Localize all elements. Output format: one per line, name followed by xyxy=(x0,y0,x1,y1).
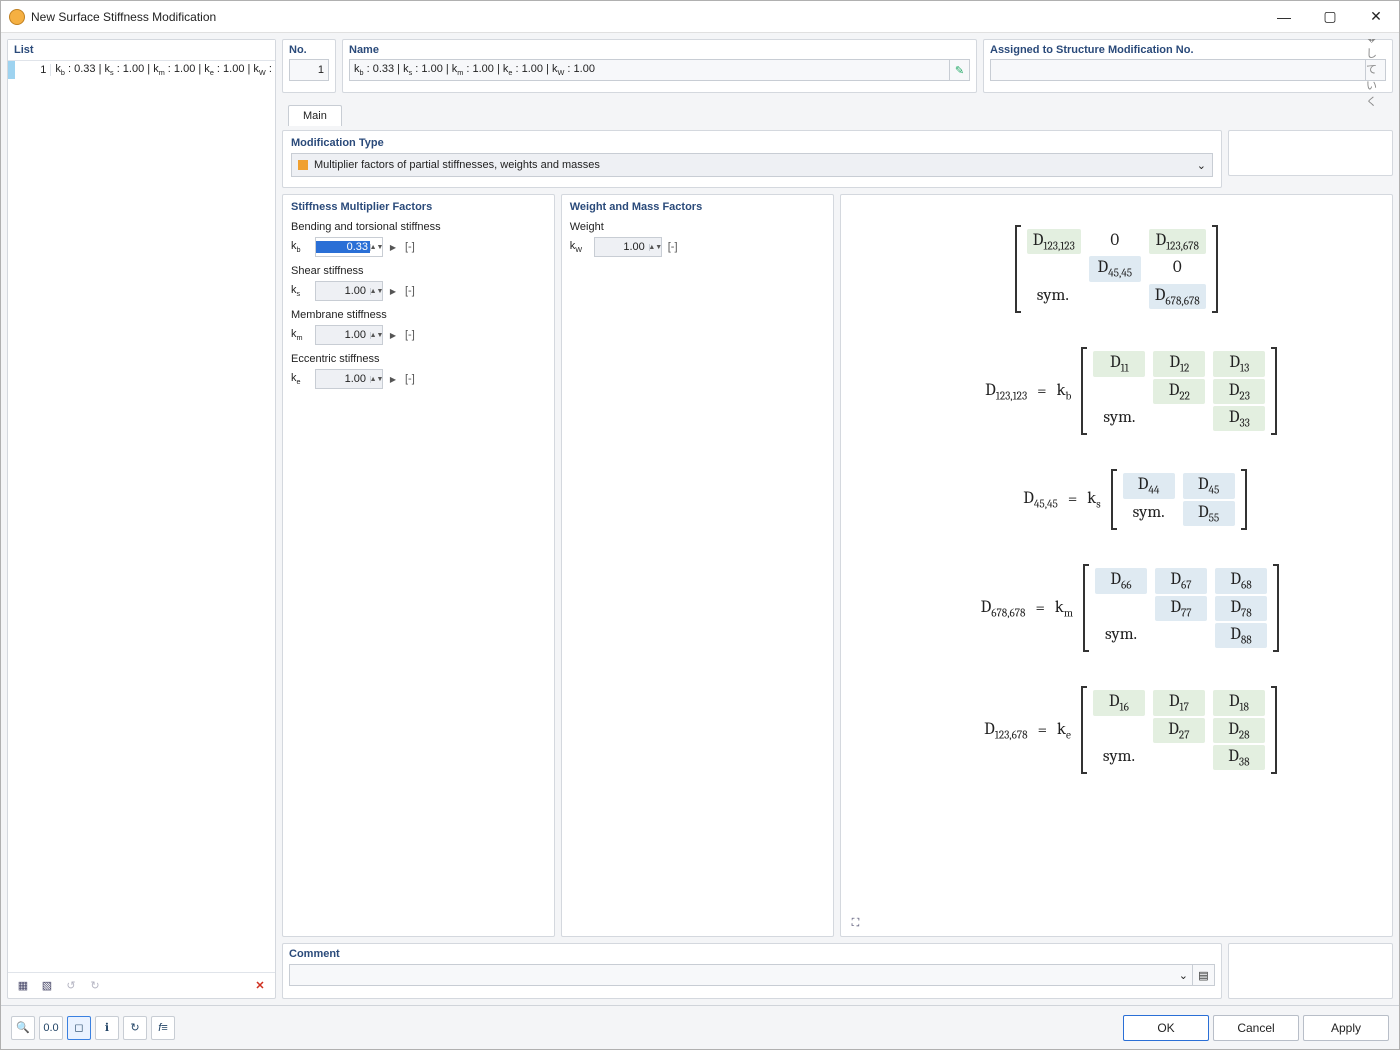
side-preview-small xyxy=(1228,130,1393,176)
eccentric-label: Eccentric stiffness xyxy=(291,353,546,365)
kb-symbol: kb xyxy=(291,240,311,254)
list-toolbar: ▦ ▧ ↺ ↻ ✕ xyxy=(8,972,275,998)
assigned-input[interactable]: �していく xyxy=(990,59,1386,81)
mass-factors-panel: Weight and Mass Factors Weight kW 1.00 ▲… xyxy=(561,194,834,937)
list-item[interactable]: 1 kb : 0.33 | ks : 1.00 | km : 1.00 | ke… xyxy=(8,61,275,79)
ok-button[interactable]: OK xyxy=(1123,1015,1209,1041)
footer-tool-2-icon[interactable]: 0.0 xyxy=(39,1016,63,1040)
list-selection-marker xyxy=(8,61,15,79)
weight-label: Weight xyxy=(570,221,825,233)
no-field-box: No. 1 xyxy=(282,39,336,93)
comment-library-icon[interactable]: ▤ xyxy=(1192,965,1214,985)
content-area: List 1 kb : 0.33 | ks : 1.00 | km : 1.00… xyxy=(1,33,1399,1005)
ke-spinner-icon[interactable]: ▲▼ xyxy=(370,376,382,383)
ks-spinner-icon[interactable]: ▲▼ xyxy=(370,288,382,295)
preview-tool-icon[interactable]: ⛶ xyxy=(845,912,867,934)
kb-input[interactable]: 0.33 ▲▼ xyxy=(315,237,383,257)
modification-type-panel: Modification Type Multiplier factors of … xyxy=(282,130,1222,188)
modification-type-label: Modification Type xyxy=(291,137,1213,149)
comment-row: Comment ⌄ ▤ xyxy=(282,943,1393,999)
kb-play-icon[interactable]: ▶ xyxy=(387,243,399,252)
km-spinner-icon[interactable]: ▲▼ xyxy=(370,332,382,339)
shear-label: Shear stiffness xyxy=(291,265,546,277)
list-panel: List 1 kb : 0.33 | ks : 1.00 | km : 1.00… xyxy=(7,39,276,999)
apply-button[interactable]: Apply xyxy=(1303,1015,1389,1041)
tool-icon-3[interactable]: ↺ xyxy=(60,975,82,997)
km-input[interactable]: 1.00 ▲▼ xyxy=(315,325,383,345)
kw-unit: [-] xyxy=(668,241,678,253)
maximize-button[interactable]: ▢ xyxy=(1307,1,1353,32)
ks-symbol: ks xyxy=(291,284,311,298)
assigned-label: Assigned to Structure Modification No. xyxy=(990,44,1386,56)
comment-panel: Comment ⌄ ▤ xyxy=(282,943,1222,999)
footer-tool-1-icon[interactable]: 🔍 xyxy=(11,1016,35,1040)
new-item-icon[interactable]: ▦ xyxy=(12,975,34,997)
comment-input[interactable]: ⌄ ▤ xyxy=(289,964,1215,986)
right-area: No. 1 Name kb : 0.33 | ks : 1.00 | km : … xyxy=(282,39,1393,999)
kw-symbol: kW xyxy=(570,240,590,254)
chevron-down-icon: ⌄ xyxy=(1197,159,1206,172)
no-label: No. xyxy=(289,44,329,56)
kw-spinner-icon[interactable]: ▲▼ xyxy=(649,244,661,251)
list-header: List xyxy=(8,40,275,61)
modification-type-value: Multiplier factors of partial stiffnesse… xyxy=(314,159,600,171)
ks-unit: [-] xyxy=(405,285,415,297)
stiffness-factors-header: Stiffness Multiplier Factors xyxy=(291,201,546,213)
no-input[interactable]: 1 xyxy=(289,59,329,81)
close-button[interactable]: ✕ xyxy=(1353,1,1399,32)
name-field-box: Name kb : 0.33 | ks : 1.00 | km : 1.00 |… xyxy=(342,39,977,93)
list-item-number: 1 xyxy=(15,64,51,76)
window-title: New Surface Stiffness Modification xyxy=(31,10,1261,24)
matrix-preview-panel: D123,1230D123,678 D45,450 sym.D678,678 xyxy=(840,194,1394,937)
membrane-label: Membrane stiffness xyxy=(291,309,546,321)
footer-tool-4-icon[interactable]: ℹ xyxy=(95,1016,119,1040)
window-buttons: ― ▢ ✕ xyxy=(1261,1,1399,32)
ke-unit: [-] xyxy=(405,373,415,385)
titlebar: New Surface Stiffness Modification ― ▢ ✕ xyxy=(1,1,1399,33)
delete-item-icon[interactable]: ✕ xyxy=(249,975,271,997)
tab-strip: Main xyxy=(282,99,1393,125)
list-body: 1 kb : 0.33 | ks : 1.00 | km : 1.00 | ke… xyxy=(8,61,275,972)
assigned-field-box: Assigned to Structure Modification No. �… xyxy=(983,39,1393,93)
main-grid: Modification Type Multiplier factors of … xyxy=(282,130,1393,999)
matrix-area: D123,1230D123,678 D45,450 sym.D678,678 xyxy=(841,195,1393,908)
list-item-text: kb : 0.33 | ks : 1.00 | km : 1.00 | ke :… xyxy=(51,63,275,77)
dialog-window: New Surface Stiffness Modification ― ▢ ✕… xyxy=(0,0,1400,1050)
preview-toolbar: ⛶ xyxy=(841,908,1393,936)
edit-name-icon[interactable]: ✎ xyxy=(949,60,969,80)
name-label: Name xyxy=(349,44,970,56)
stiffness-factors-panel: Stiffness Multiplier Factors Bending and… xyxy=(282,194,555,937)
bending-label: Bending and torsional stiffness xyxy=(291,221,546,233)
comment-chevron-icon[interactable]: ⌄ xyxy=(1179,969,1188,982)
footer-tool-3-icon[interactable]: ◻ xyxy=(67,1016,91,1040)
top-fields: No. 1 Name kb : 0.33 | ks : 1.00 | km : … xyxy=(282,39,1393,93)
kw-input[interactable]: 1.00 ▲▼ xyxy=(594,237,662,257)
name-input[interactable]: kb : 0.33 | ks : 1.00 | km : 1.00 | ke :… xyxy=(349,59,970,81)
ks-input[interactable]: 1.00 ▲▼ xyxy=(315,281,383,301)
app-icon xyxy=(9,9,25,25)
modification-type-dropdown[interactable]: Multiplier factors of partial stiffnesse… xyxy=(291,153,1213,177)
assigned-picker-icon[interactable]: �していく xyxy=(1365,60,1385,80)
modification-type-color-icon xyxy=(298,160,308,170)
ks-play-icon[interactable]: ▶ xyxy=(387,287,399,296)
footer: 🔍 0.0 ◻ ℹ ↻ f≡ OK Cancel Apply xyxy=(1,1005,1399,1049)
ke-symbol: ke xyxy=(291,372,311,386)
cancel-button[interactable]: Cancel xyxy=(1213,1015,1299,1041)
mass-factors-header: Weight and Mass Factors xyxy=(570,201,825,213)
km-symbol: km xyxy=(291,328,311,342)
kb-unit: [-] xyxy=(405,241,415,253)
duplicate-item-icon[interactable]: ▧ xyxy=(36,975,58,997)
footer-tool-6-icon[interactable]: f≡ xyxy=(151,1016,175,1040)
ke-input[interactable]: 1.00 ▲▼ xyxy=(315,369,383,389)
km-unit: [-] xyxy=(405,329,415,341)
ke-play-icon[interactable]: ▶ xyxy=(387,375,399,384)
comment-label: Comment xyxy=(289,948,1215,960)
km-play-icon[interactable]: ▶ xyxy=(387,331,399,340)
minimize-button[interactable]: ― xyxy=(1261,1,1307,32)
footer-tool-5-icon[interactable]: ↻ xyxy=(123,1016,147,1040)
tab-main[interactable]: Main xyxy=(288,105,342,126)
comment-side-panel xyxy=(1228,943,1393,999)
tool-icon-4[interactable]: ↻ xyxy=(84,975,106,997)
kb-spinner-icon[interactable]: ▲▼ xyxy=(370,244,382,251)
